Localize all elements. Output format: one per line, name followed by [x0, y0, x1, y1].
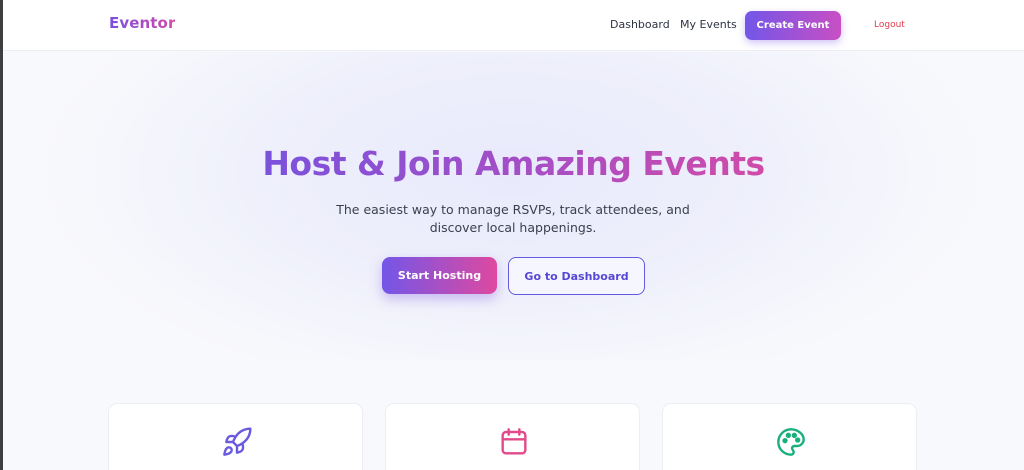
hero-section: Host & Join Amazing Events The easiest w…: [3, 52, 1024, 360]
hero-title: Host & Join Amazing Events: [3, 144, 1024, 183]
feature-card-palette: [662, 403, 917, 470]
palette-icon: [777, 428, 805, 456]
rocket-icon: [223, 427, 252, 456]
hero-subtitle: The easiest way to manage RSVPs, track a…: [336, 202, 690, 235]
navbar: Eventor Dashboard My Events Create Event…: [3, 0, 1024, 51]
start-hosting-button[interactable]: Start Hosting: [382, 257, 497, 294]
logout-link[interactable]: Logout: [874, 20, 905, 30]
nav-link-my-events[interactable]: My Events: [680, 18, 737, 31]
feature-card-calendar: [385, 403, 640, 470]
calendar-icon: [501, 428, 527, 455]
page: Eventor Dashboard My Events Create Event…: [3, 0, 1024, 470]
hero-title-text: Host & Join Amazing Events: [262, 144, 765, 183]
go-to-dashboard-button[interactable]: Go to Dashboard: [508, 257, 645, 295]
brand-logo[interactable]: Eventor: [109, 14, 175, 32]
create-event-button[interactable]: Create Event: [745, 11, 841, 40]
nav-link-dashboard[interactable]: Dashboard: [610, 18, 670, 31]
feature-card-rocket: [108, 403, 363, 470]
